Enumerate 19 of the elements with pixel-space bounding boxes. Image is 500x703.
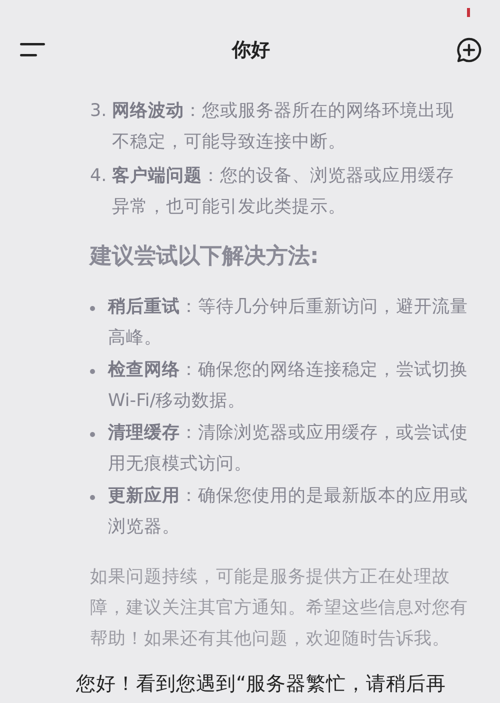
bullet-icon — [90, 495, 95, 500]
new-chat-icon[interactable] — [456, 37, 482, 63]
list-item-text: 检查网络：确保您的网络连接稳定，尝试切换Wi-Fi/移动数据。 — [108, 359, 469, 413]
status-mark — [467, 8, 470, 17]
list-item-text: 客户端问题：您的设备、浏览器或应用缓存异常，也可能引发此类提示。 — [112, 164, 455, 219]
bullet-icon — [90, 369, 95, 374]
section-heading: 建议尝试以下解决方法: — [90, 242, 320, 271]
list-item-text: 稍后重试：等待几分钟后重新访问，避开流量高峰。 — [108, 296, 469, 350]
list-number: 4. — [90, 165, 108, 188]
bullet-icon — [90, 306, 95, 311]
bullet-icon — [90, 432, 95, 437]
list-item-text: 网络波动：您或服务器所在的网络环境出现不稳定，可能导致连接中断。 — [112, 100, 455, 154]
menu-icon[interactable] — [20, 42, 46, 58]
list-item-text: 清理缓存：清除浏览器或应用缓存，或尝试使用无痕模式访问。 — [108, 422, 469, 476]
chat-title: 你好 — [232, 38, 270, 63]
closing-paragraph: 如果问题持续，可能是服务提供方正在处理故障，建议关注其官方通知。希望这些信息对您有帮助！如果还有其他问题，欢迎随时告诉我。 — [90, 566, 469, 651]
list-number: 3. — [90, 100, 108, 123]
reply-paragraph: 您好！看到您遇到“服务器繁忙，请稍后再 — [76, 671, 448, 697]
list-item-text: 更新应用：确保您使用的是最新版本的应用或浏览器。 — [108, 484, 469, 539]
